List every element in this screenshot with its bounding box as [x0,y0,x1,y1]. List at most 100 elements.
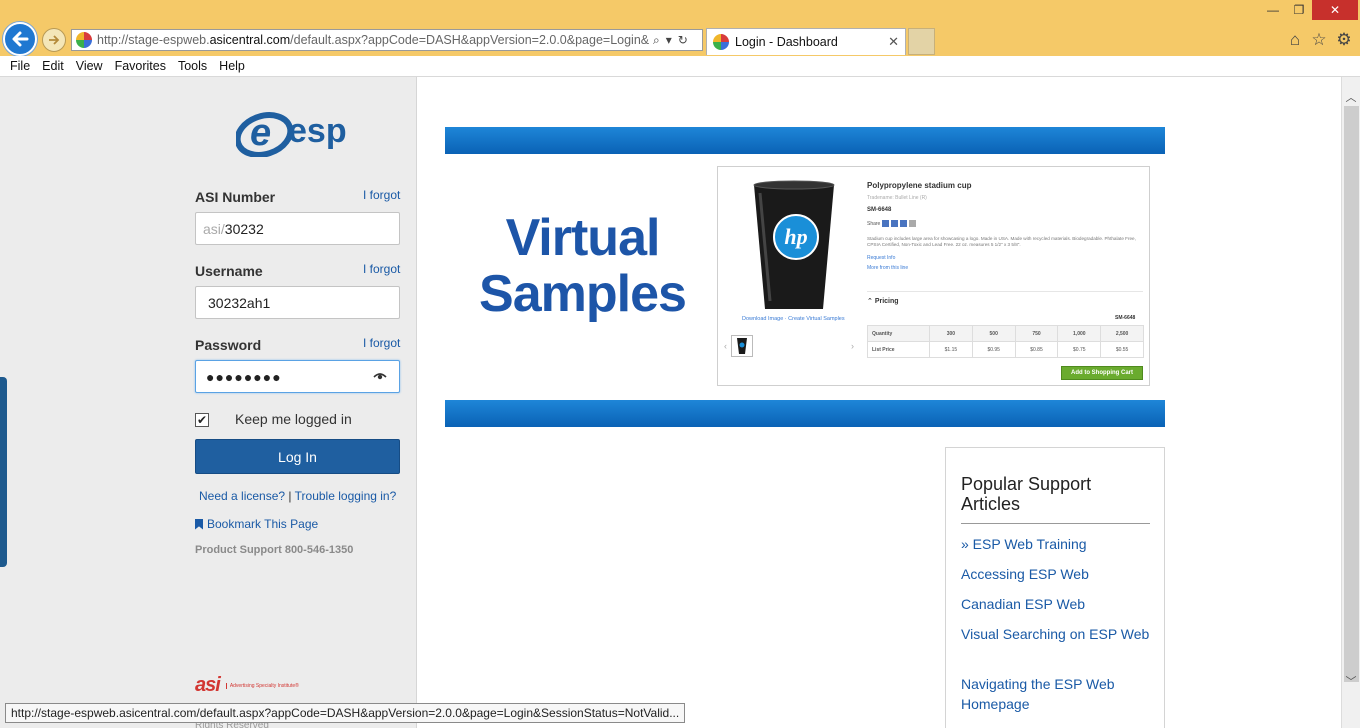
facebook-icon[interactable] [882,220,890,227]
share-row: Share [867,220,917,227]
article-navigating-homepage[interactable]: Navigating the ESP Web Homepage [961,674,1151,714]
product-thumbnail[interactable] [731,335,753,357]
asi-logo-subtitle: Advertising Specialty Institute® [225,682,299,689]
forward-arrow-icon [49,35,60,45]
table-cell: List Price [867,341,930,358]
search-icon[interactable]: ⌕ [653,33,660,48]
password-label: Password [195,337,262,353]
scroll-up-icon[interactable]: ︿ [1342,89,1360,104]
article-canadian-esp-web[interactable]: Canadian ESP Web [961,594,1151,614]
email-icon[interactable] [909,220,917,227]
pricing-price-row: List Price $1.15 $0.95 $0.85 $0.75 $0.55 [867,341,1144,358]
article-esp-web-training[interactable]: » ESP Web Training [961,534,1151,554]
login-sidebar: e esp ASI Number I forgot asi/30232 User… [0,77,417,728]
feedback-side-tab[interactable] [0,377,7,567]
table-cell: $0.55 [1100,341,1144,358]
menu-edit[interactable]: Edit [36,59,70,73]
show-password-icon[interactable] [373,371,387,381]
menu-view[interactable]: View [70,59,109,73]
help-links: Need a license? | Trouble logging in? [199,489,396,503]
window-close-button[interactable]: ✕ [1312,0,1358,20]
menu-tools[interactable]: Tools [172,59,213,73]
home-icon[interactable]: ⌂ [1285,30,1305,50]
refresh-icon[interactable]: ↻ [678,33,688,48]
hp-logo-text: hp [784,224,807,249]
password-input[interactable]: ●●●●●●●● [195,360,400,393]
table-cell: $0.75 [1057,341,1102,358]
add-to-cart-button[interactable]: Add to Shopping Cart [1061,366,1143,380]
menu-help[interactable]: Help [213,59,251,73]
forgot-asi-link[interactable]: I forgot [363,188,400,202]
article-accessing-esp-web[interactable]: Accessing ESP Web [961,564,1151,584]
pricing-sku: SM-6648 [1115,315,1136,321]
maximize-button[interactable]: ❐ [1286,0,1312,20]
menu-bar: File Edit View Favorites Tools Help [0,56,1360,77]
forward-button[interactable] [42,28,66,52]
asi-number-label: ASI Number [195,189,276,205]
forgot-username-link[interactable]: I forgot [363,262,400,276]
cup-thumbnail-icon [737,338,747,354]
minimize-button[interactable]: — [1260,0,1286,20]
table-cell: Quantity [867,325,930,342]
menu-file[interactable]: File [4,59,36,73]
bookmark-label: Bookmark This Page [207,517,319,531]
tab-favicon-icon [713,34,729,50]
need-license-link[interactable]: Need a license? [199,489,285,503]
stadium-cup-image: hp [753,180,835,309]
link-separator: | [288,489,292,503]
linkedin-icon[interactable] [900,220,908,227]
pricing-divider [867,291,1143,292]
tab-title: Login - Dashboard [735,35,838,49]
bookmark-page-link[interactable]: Bookmark This Page [195,517,318,531]
download-links[interactable]: Download Image · Create Virtual Samples [742,316,845,322]
twitter-icon[interactable] [891,220,899,227]
title-line-1: Virtual [505,209,661,267]
product-description: Stadium cup includes large area for show… [867,236,1136,247]
username-label: Username [195,263,263,279]
thumb-prev-icon[interactable]: ‹ [724,341,727,351]
vertical-scrollbar[interactable]: ︿ ﹀ [1341,77,1360,728]
asi-number-value: 30232 [224,220,264,237]
more-from-line-link[interactable]: More from this line [867,265,908,271]
login-button[interactable]: Log In [195,439,400,474]
request-info-link[interactable]: Request Info [867,255,895,261]
dropdown-icon[interactable]: ▾ [666,33,672,48]
pricing-table: Quantity 300 500 750 1,000 2,500 List Pr… [867,325,1144,358]
pricing-heading[interactable]: ⌃ Pricing [867,297,899,305]
address-bar[interactable]: http://stage-espweb.asicentral.com/defau… [71,29,703,51]
product-preview-card[interactable]: hp Download Image · Create Virtual Sampl… [717,166,1150,386]
address-text[interactable]: http://stage-espweb.asicentral.com/defau… [97,33,649,47]
article-visual-searching[interactable]: Visual Searching on ESP Web [961,624,1151,644]
table-cell: $0.85 [1014,341,1059,358]
close-icon[interactable]: ✕ [888,34,899,50]
table-cell: 2,500 [1100,325,1144,342]
forgot-password-link[interactable]: I forgot [363,336,400,350]
support-title: Popular Support Articles [961,474,1092,514]
product-title: Polypropylene stadium cup [867,181,972,190]
product-support-phone: Product Support 800-546-1350 [195,544,354,556]
keep-logged-in-checkbox[interactable]: ✔ [195,413,209,427]
back-button[interactable] [3,22,37,56]
product-subtitle: Tradename: Bullet Line (R) [867,195,927,201]
scroll-down-icon[interactable]: ﹀ [1342,673,1360,688]
svg-text:esp: esp [288,112,347,150]
gear-icon[interactable]: ⚙ [1334,30,1354,50]
scroll-thumb[interactable] [1344,106,1359,682]
virtual-samples-title[interactable]: Virtual Samples [470,210,695,322]
table-cell: 750 [1014,325,1059,342]
menu-favorites[interactable]: Favorites [109,59,172,73]
esp-logo[interactable]: e esp [236,105,366,157]
asi-number-input[interactable]: asi/30232 [195,212,400,245]
table-cell: $1.15 [929,341,973,358]
new-tab-button[interactable] [908,28,935,55]
tab-login-dashboard[interactable]: Login - Dashboard ✕ [706,28,906,55]
share-label: Share [867,220,881,227]
thumb-next-icon[interactable]: › [851,341,854,351]
support-divider [961,523,1150,524]
username-input[interactable]: 30232ah1 [195,286,400,319]
password-value: ●●●●●●●● [206,368,282,385]
favorites-star-icon[interactable]: ☆ [1309,30,1329,50]
back-arrow-icon [12,31,29,47]
trouble-logging-in-link[interactable]: Trouble logging in? [295,489,397,503]
site-favicon-icon [76,32,92,48]
